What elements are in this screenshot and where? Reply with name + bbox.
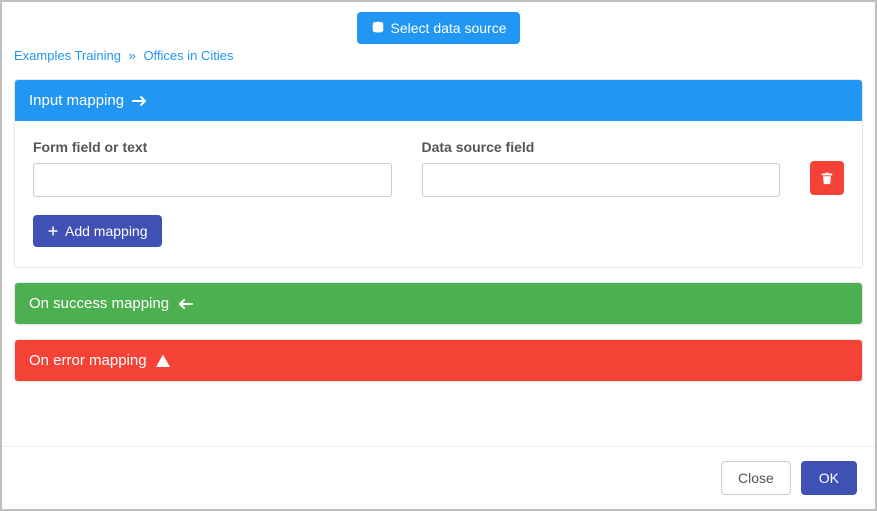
error-mapping-title: On error mapping [29, 352, 147, 369]
select-data-source-label: Select data source [391, 20, 507, 36]
data-source-field-label: Data source field [422, 139, 781, 155]
select-data-source-button[interactable]: Select data source [357, 12, 521, 44]
error-mapping-header[interactable]: On error mapping [15, 340, 862, 381]
add-mapping-button[interactable]: Add mapping [33, 215, 162, 247]
arrow-right-icon [132, 93, 148, 109]
input-mapping-panel: Input mapping Form field or text Data so… [14, 79, 863, 268]
warning-icon [155, 353, 171, 369]
breadcrumb: Examples Training » Offices in Cities [14, 48, 863, 63]
input-mapping-header[interactable]: Input mapping [15, 80, 862, 121]
error-mapping-panel: On error mapping [14, 339, 863, 382]
breadcrumb-current-link[interactable]: Offices in Cities [143, 48, 233, 63]
success-mapping-panel: On success mapping [14, 282, 863, 325]
success-mapping-title: On success mapping [29, 295, 169, 312]
ok-button[interactable]: OK [801, 461, 857, 495]
plus-icon [47, 225, 59, 237]
success-mapping-header[interactable]: On success mapping [15, 283, 862, 324]
data-source-field-input[interactable] [422, 163, 781, 197]
add-mapping-label: Add mapping [65, 223, 148, 239]
delete-mapping-button[interactable] [810, 161, 844, 195]
database-icon [371, 21, 385, 35]
chevron-right-icon: » [129, 48, 136, 63]
dialog-footer: Close OK [2, 446, 875, 509]
input-mapping-title: Input mapping [29, 92, 124, 109]
form-field-input[interactable] [33, 163, 392, 197]
breadcrumb-root-link[interactable]: Examples Training [14, 48, 121, 63]
arrow-left-icon [177, 296, 193, 312]
trash-icon [820, 171, 834, 185]
form-field-label: Form field or text [33, 139, 392, 155]
close-button[interactable]: Close [721, 461, 791, 495]
